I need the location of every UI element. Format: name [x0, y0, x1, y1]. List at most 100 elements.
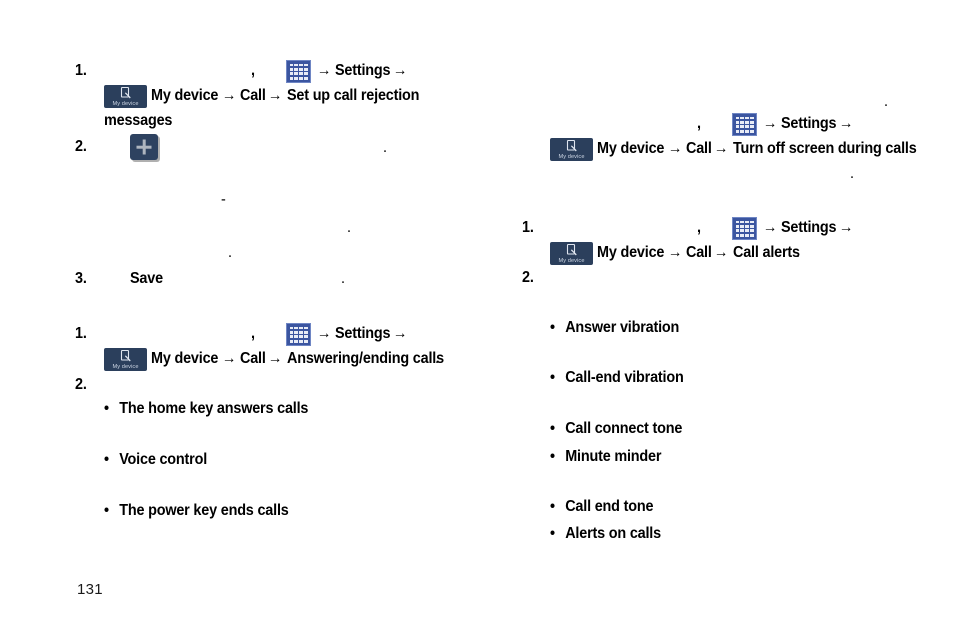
- nav-call: Call: [240, 87, 266, 104]
- device-glyph-icon: [565, 140, 578, 152]
- list-item-label: Voice control: [119, 451, 208, 468]
- nav-my-device: My device: [151, 87, 219, 104]
- bullet-glyph-icon: •: [550, 369, 555, 386]
- device-glyph-icon: [119, 87, 132, 99]
- list-item-label: Call connect tone: [565, 420, 683, 437]
- bullet-glyph-icon: •: [550, 525, 555, 542]
- list-item-label: The home key answers calls: [119, 400, 309, 417]
- stray-mark: -: [221, 191, 226, 208]
- list-item: • Call connect tone: [550, 421, 682, 437]
- punctuation-period: .: [383, 139, 387, 156]
- punctuation-comma: ,: [697, 219, 701, 236]
- nav-answering-ending-calls: Answering/ending calls: [287, 350, 444, 367]
- arrow-icon: →: [839, 115, 854, 132]
- list-item: • Call end tone: [550, 499, 653, 515]
- list-item: • Minute minder: [550, 449, 661, 465]
- my-device-tab-icon[interactable]: My device: [550, 138, 593, 161]
- my-device-caption: My device: [558, 154, 585, 160]
- apps-grid-icon[interactable]: [286, 60, 311, 83]
- arrow-icon: →: [268, 87, 283, 104]
- nav-call: Call: [686, 244, 712, 261]
- list-item-label: Minute minder: [565, 448, 662, 465]
- arrow-icon: →: [393, 325, 408, 342]
- punctuation-period: .: [796, 244, 800, 261]
- arrow-icon: →: [268, 350, 283, 367]
- bullet-glyph-icon: •: [550, 448, 555, 465]
- bullet-glyph-icon: •: [104, 451, 109, 468]
- arrow-icon: →: [393, 62, 408, 79]
- list-item-label: Alerts on calls: [565, 525, 661, 542]
- bullet-glyph-icon: •: [550, 420, 555, 437]
- bullet-glyph-icon: •: [104, 400, 109, 417]
- apps-grid-icon[interactable]: [732, 113, 757, 136]
- punctuation-period: .: [850, 165, 854, 182]
- nav-my-device: My device: [597, 140, 665, 157]
- step-number: 1.: [75, 325, 87, 342]
- list-item: • The home key answers calls: [104, 401, 308, 417]
- nav-set-up-call-rejection: Set up call rejection: [287, 87, 420, 104]
- my-device-tab-icon[interactable]: My device: [104, 348, 147, 371]
- device-glyph-icon: [119, 350, 132, 362]
- my-device-caption: My device: [558, 258, 585, 264]
- bullet-glyph-icon: •: [550, 319, 555, 336]
- device-glyph-icon: [565, 244, 578, 256]
- nav-settings: Settings: [781, 219, 837, 236]
- my-device-tab-icon[interactable]: My device: [104, 85, 147, 108]
- bullet-glyph-icon: •: [104, 502, 109, 519]
- arrow-icon: →: [839, 219, 854, 236]
- punctuation-period: .: [435, 350, 439, 367]
- step-number: 2.: [75, 376, 87, 393]
- arrow-icon: →: [222, 350, 237, 367]
- step-number: 1.: [75, 62, 87, 79]
- list-item: • Answer vibration: [550, 320, 679, 336]
- step-number: 2.: [522, 269, 534, 286]
- arrow-icon: →: [714, 244, 729, 261]
- nav-settings: Settings: [781, 115, 837, 132]
- my-device-caption: My device: [112, 364, 139, 370]
- nav-turn-off-screen-during-calls: Turn off screen during calls: [733, 140, 917, 157]
- manual-page: 1. , → Settings → My device My device → …: [0, 0, 954, 636]
- arrow-icon: →: [317, 62, 332, 79]
- my-device-caption: My device: [112, 101, 139, 107]
- nav-settings: Settings: [335, 62, 391, 79]
- arrow-icon: →: [714, 140, 729, 157]
- list-item: • Alerts on calls: [550, 526, 661, 542]
- my-device-tab-icon[interactable]: My device: [550, 242, 593, 265]
- save-label[interactable]: Save: [130, 271, 163, 287]
- punctuation-comma: ,: [251, 325, 255, 342]
- bullet-glyph-icon: •: [550, 498, 555, 515]
- punctuation-period: .: [884, 93, 888, 110]
- list-item-label: Answer vibration: [565, 319, 680, 336]
- punctuation-period: .: [168, 112, 172, 129]
- list-item-label: Call end tone: [565, 498, 654, 515]
- page-number: 131: [77, 581, 103, 598]
- step-number: 1.: [522, 219, 534, 236]
- arrow-icon: →: [763, 115, 778, 132]
- list-item-label: The power key ends calls: [119, 502, 289, 519]
- punctuation-comma: ,: [251, 62, 255, 79]
- list-item: • Call-end vibration: [550, 370, 684, 386]
- arrow-icon: →: [668, 140, 683, 157]
- nav-call-alerts: Call alerts: [733, 244, 800, 261]
- punctuation-period: .: [341, 270, 345, 287]
- nav-call: Call: [240, 350, 266, 367]
- punctuation-comma: ,: [697, 115, 701, 132]
- nav-my-device: My device: [151, 350, 219, 367]
- apps-grid-icon[interactable]: [286, 323, 311, 346]
- arrow-icon: →: [668, 244, 683, 261]
- list-item: • The power key ends calls: [104, 503, 289, 519]
- nav-call: Call: [686, 140, 712, 157]
- list-item: • Voice control: [104, 452, 207, 468]
- apps-grid-icon[interactable]: [732, 217, 757, 240]
- nav-wrap-messages: messages: [104, 112, 173, 129]
- nav-my-device: My device: [597, 244, 665, 261]
- arrow-icon: →: [222, 87, 237, 104]
- step-number: 2.: [75, 138, 87, 155]
- add-plus-button[interactable]: [130, 134, 158, 160]
- arrow-icon: →: [763, 219, 778, 236]
- list-item-label: Call-end vibration: [565, 369, 684, 386]
- stray-mark: .: [228, 244, 232, 261]
- nav-settings: Settings: [335, 325, 391, 342]
- arrow-icon: →: [317, 325, 332, 342]
- step-number: 3.: [75, 270, 87, 287]
